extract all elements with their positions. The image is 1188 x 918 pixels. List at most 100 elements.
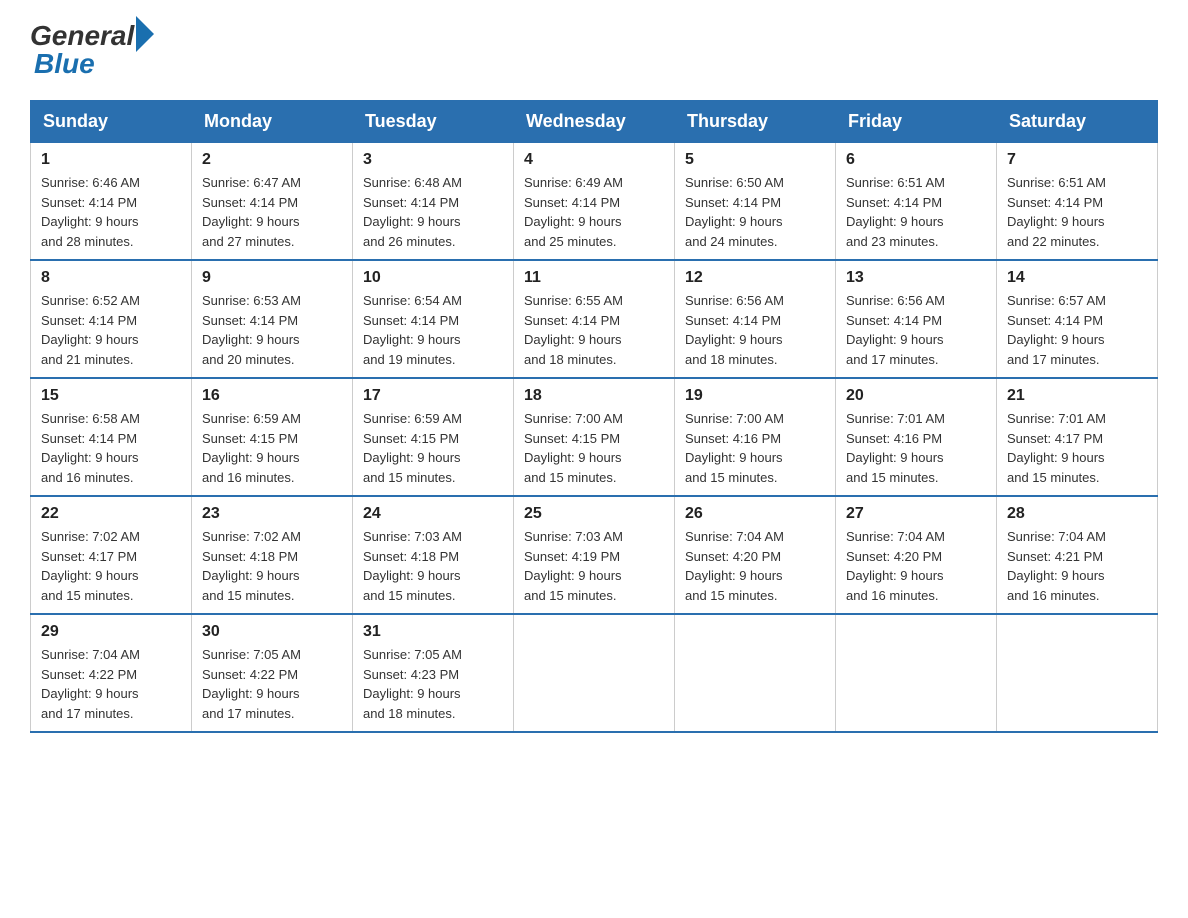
- day-number: 24: [363, 505, 503, 523]
- header-thursday: Thursday: [675, 101, 836, 143]
- calendar-cell: 4 Sunrise: 6:49 AMSunset: 4:14 PMDaylight…: [514, 143, 675, 261]
- calendar-week-3: 15 Sunrise: 6:58 AMSunset: 4:14 PMDayligh…: [31, 378, 1158, 496]
- day-number: 13: [846, 269, 986, 287]
- day-info: Sunrise: 7:04 AMSunset: 4:20 PMDaylight:…: [685, 527, 825, 605]
- calendar-cell: 20 Sunrise: 7:01 AMSunset: 4:16 PMDayligh…: [836, 378, 997, 496]
- day-number: 11: [524, 269, 664, 287]
- calendar-cell: 11 Sunrise: 6:55 AMSunset: 4:14 PMDayligh…: [514, 260, 675, 378]
- day-info: Sunrise: 7:01 AMSunset: 4:17 PMDaylight:…: [1007, 409, 1147, 487]
- calendar-cell: 17 Sunrise: 6:59 AMSunset: 4:15 PMDayligh…: [353, 378, 514, 496]
- logo-arrow-icon: [136, 16, 154, 52]
- day-number: 27: [846, 505, 986, 523]
- calendar-week-2: 8 Sunrise: 6:52 AMSunset: 4:14 PMDaylight…: [31, 260, 1158, 378]
- calendar-cell: 9 Sunrise: 6:53 AMSunset: 4:14 PMDaylight…: [192, 260, 353, 378]
- calendar-cell: 6Sunrise: 6:51 AMSunset: 4:14 PMDaylight…: [836, 143, 997, 261]
- logo: General Blue: [30, 20, 154, 80]
- day-info: Sunrise: 7:05 AMSunset: 4:22 PMDaylight:…: [202, 645, 342, 723]
- day-info: Sunrise: 6:49 AMSunset: 4:14 PMDaylight:…: [524, 173, 664, 251]
- day-number: 21: [1007, 387, 1147, 405]
- header-saturday: Saturday: [997, 101, 1158, 143]
- day-number: 2: [202, 151, 342, 169]
- calendar-cell: 13 Sunrise: 6:56 AMSunset: 4:14 PMDayligh…: [836, 260, 997, 378]
- calendar-header-row: SundayMondayTuesdayWednesdayThursdayFrid…: [31, 101, 1158, 143]
- day-number: 16: [202, 387, 342, 405]
- day-number: 28: [1007, 505, 1147, 523]
- calendar-cell: 19 Sunrise: 7:00 AMSunset: 4:16 PMDayligh…: [675, 378, 836, 496]
- day-info: Sunrise: 6:59 AMSunset: 4:15 PMDaylight:…: [363, 409, 503, 487]
- day-info: Sunrise: 7:04 AMSunset: 4:20 PMDaylight:…: [846, 527, 986, 605]
- calendar-week-1: 1 Sunrise: 6:46 AMSunset: 4:14 PMDaylight…: [31, 143, 1158, 261]
- calendar-cell: 15 Sunrise: 6:58 AMSunset: 4:14 PMDayligh…: [31, 378, 192, 496]
- day-number: 23: [202, 505, 342, 523]
- day-info: Sunrise: 6:46 AMSunset: 4:14 PMDaylight:…: [41, 173, 181, 251]
- calendar-cell: [514, 614, 675, 732]
- calendar-cell: 27 Sunrise: 7:04 AMSunset: 4:20 PMDayligh…: [836, 496, 997, 614]
- header-tuesday: Tuesday: [353, 101, 514, 143]
- day-info: Sunrise: 6:53 AMSunset: 4:14 PMDaylight:…: [202, 291, 342, 369]
- calendar-cell: [836, 614, 997, 732]
- day-number: 26: [685, 505, 825, 523]
- calendar-cell: 14 Sunrise: 6:57 AMSunset: 4:14 PMDayligh…: [997, 260, 1158, 378]
- calendar-cell: 7 Sunrise: 6:51 AMSunset: 4:14 PMDaylight…: [997, 143, 1158, 261]
- day-number: 29: [41, 623, 181, 641]
- day-info: Sunrise: 7:01 AMSunset: 4:16 PMDaylight:…: [846, 409, 986, 487]
- day-number: 19: [685, 387, 825, 405]
- calendar-cell: 21 Sunrise: 7:01 AMSunset: 4:17 PMDayligh…: [997, 378, 1158, 496]
- day-info: Sunrise: 6:59 AMSunset: 4:15 PMDaylight:…: [202, 409, 342, 487]
- day-number: 12: [685, 269, 825, 287]
- calendar-cell: 5Sunrise: 6:50 AMSunset: 4:14 PMDaylight…: [675, 143, 836, 261]
- day-number: 6: [846, 151, 986, 169]
- day-number: 30: [202, 623, 342, 641]
- day-info: Sunrise: 7:02 AMSunset: 4:18 PMDaylight:…: [202, 527, 342, 605]
- calendar-table: SundayMondayTuesdayWednesdayThursdayFrid…: [30, 100, 1158, 733]
- day-number: 8: [41, 269, 181, 287]
- day-info: Sunrise: 6:47 AMSunset: 4:14 PMDaylight:…: [202, 173, 342, 251]
- header-friday: Friday: [836, 101, 997, 143]
- day-info: Sunrise: 6:57 AMSunset: 4:14 PMDaylight:…: [1007, 291, 1147, 369]
- day-info: Sunrise: 7:00 AMSunset: 4:16 PMDaylight:…: [685, 409, 825, 487]
- day-number: 7: [1007, 151, 1147, 169]
- calendar-cell: 10Sunrise: 6:54 AMSunset: 4:14 PMDayligh…: [353, 260, 514, 378]
- calendar-cell: 28 Sunrise: 7:04 AMSunset: 4:21 PMDayligh…: [997, 496, 1158, 614]
- day-number: 3: [363, 151, 503, 169]
- header-sunday: Sunday: [31, 101, 192, 143]
- day-info: Sunrise: 7:00 AMSunset: 4:15 PMDaylight:…: [524, 409, 664, 487]
- day-number: 10: [363, 269, 503, 287]
- calendar-cell: [997, 614, 1158, 732]
- calendar-cell: 31 Sunrise: 7:05 AMSunset: 4:23 PMDayligh…: [353, 614, 514, 732]
- day-info: Sunrise: 6:51 AMSunset: 4:14 PMDaylight:…: [1007, 173, 1147, 251]
- calendar-cell: 26 Sunrise: 7:04 AMSunset: 4:20 PMDayligh…: [675, 496, 836, 614]
- day-info: Sunrise: 7:04 AMSunset: 4:22 PMDaylight:…: [41, 645, 181, 723]
- day-info: Sunrise: 6:56 AMSunset: 4:14 PMDaylight:…: [846, 291, 986, 369]
- day-number: 15: [41, 387, 181, 405]
- header-wednesday: Wednesday: [514, 101, 675, 143]
- day-number: 20: [846, 387, 986, 405]
- day-info: Sunrise: 7:04 AMSunset: 4:21 PMDaylight:…: [1007, 527, 1147, 605]
- page-header: General Blue: [30, 20, 1158, 80]
- header-monday: Monday: [192, 101, 353, 143]
- calendar-week-5: 29 Sunrise: 7:04 AMSunset: 4:22 PMDayligh…: [31, 614, 1158, 732]
- day-number: 17: [363, 387, 503, 405]
- day-number: 1: [41, 151, 181, 169]
- day-info: Sunrise: 7:05 AMSunset: 4:23 PMDaylight:…: [363, 645, 503, 723]
- day-info: Sunrise: 6:52 AMSunset: 4:14 PMDaylight:…: [41, 291, 181, 369]
- calendar-cell: 16 Sunrise: 6:59 AMSunset: 4:15 PMDayligh…: [192, 378, 353, 496]
- day-info: Sunrise: 6:50 AMSunset: 4:14 PMDaylight:…: [685, 173, 825, 251]
- day-info: Sunrise: 6:48 AMSunset: 4:14 PMDaylight:…: [363, 173, 503, 251]
- day-number: 9: [202, 269, 342, 287]
- day-info: Sunrise: 6:58 AMSunset: 4:14 PMDaylight:…: [41, 409, 181, 487]
- day-info: Sunrise: 6:55 AMSunset: 4:14 PMDaylight:…: [524, 291, 664, 369]
- calendar-cell: 24 Sunrise: 7:03 AMSunset: 4:18 PMDayligh…: [353, 496, 514, 614]
- day-number: 4: [524, 151, 664, 169]
- day-number: 18: [524, 387, 664, 405]
- day-info: Sunrise: 7:02 AMSunset: 4:17 PMDaylight:…: [41, 527, 181, 605]
- day-number: 31: [363, 623, 503, 641]
- day-info: Sunrise: 7:03 AMSunset: 4:18 PMDaylight:…: [363, 527, 503, 605]
- day-info: Sunrise: 6:56 AMSunset: 4:14 PMDaylight:…: [685, 291, 825, 369]
- calendar-cell: 2 Sunrise: 6:47 AMSunset: 4:14 PMDaylight…: [192, 143, 353, 261]
- day-number: 25: [524, 505, 664, 523]
- calendar-cell: [675, 614, 836, 732]
- day-number: 14: [1007, 269, 1147, 287]
- calendar-cell: 25Sunrise: 7:03 AMSunset: 4:19 PMDayligh…: [514, 496, 675, 614]
- calendar-cell: 1 Sunrise: 6:46 AMSunset: 4:14 PMDaylight…: [31, 143, 192, 261]
